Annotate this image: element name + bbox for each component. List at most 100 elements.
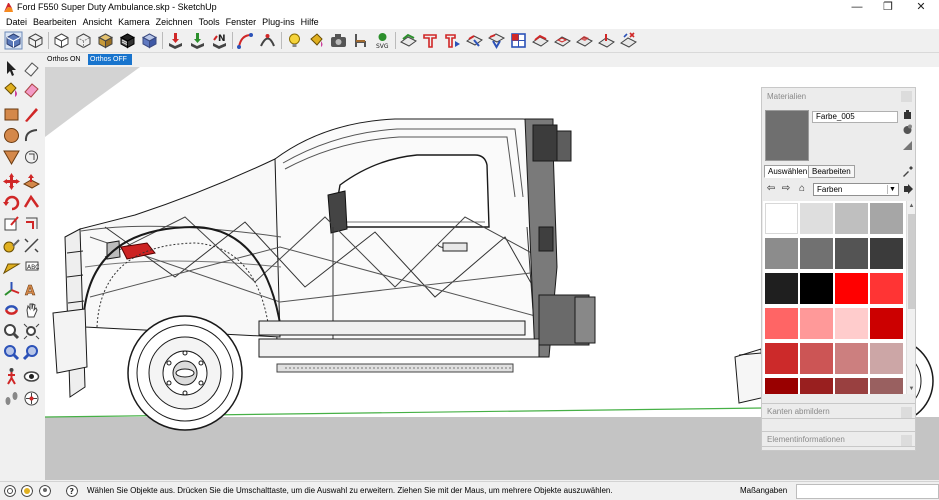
footprint-icon[interactable] [2,389,21,408]
menu-kamera[interactable]: Kamera [115,15,153,29]
help-icon[interactable]: ? [66,485,78,497]
add-detail-icon[interactable] [487,31,506,50]
walk-icon[interactable] [2,367,21,386]
materials-header[interactable]: Materialien [762,88,915,106]
position-camera-icon[interactable] [22,389,41,408]
material-swatch[interactable] [765,308,798,339]
iso-view-icon[interactable] [4,31,23,50]
material-swatch[interactable] [870,378,903,394]
3d-text-icon[interactable]: A [22,280,41,299]
offset-red-icon[interactable] [22,214,41,233]
material-swatch[interactable] [765,343,798,374]
select-icon[interactable] [2,59,21,78]
material-swatch[interactable] [835,343,868,374]
orthos-off-button[interactable]: Orthos OFF [88,54,132,65]
panel-kanten-abmildern[interactable]: Kanten abmildern [761,403,916,419]
followme-icon[interactable] [22,193,41,212]
library-select[interactable]: Farben ▼ [813,183,899,196]
material-swatch[interactable] [800,343,833,374]
orthos-on-button[interactable]: Orthos ON [45,54,86,65]
fencing-icon[interactable] [597,31,616,50]
import-icon[interactable] [188,31,207,50]
circle-icon[interactable] [2,126,21,145]
panel-elementinformationen[interactable]: Elementinformationen [761,431,916,447]
menu-zeichnen[interactable]: Zeichnen [153,15,196,29]
material-swatch[interactable] [870,203,903,234]
shaded-texture-icon[interactable] [118,31,137,50]
contours-icon[interactable] [553,31,572,50]
material-swatch[interactable] [870,343,903,374]
panel-close-button[interactable] [901,435,912,446]
from-scratch-icon[interactable] [575,31,594,50]
move-icon[interactable] [2,172,21,191]
hidden-line-icon[interactable] [52,31,71,50]
text-tool-icon[interactable]: ABC [22,258,41,277]
offset-icon[interactable] [22,147,41,166]
home-icon[interactable]: ⌂ [796,183,808,195]
material-swatch[interactable] [800,273,833,304]
zoom-extents-icon[interactable] [2,343,21,362]
zoom-window-icon[interactable] [22,322,41,341]
pan-icon[interactable] [22,301,41,320]
scroll-down-icon[interactable]: ▼ [907,384,916,394]
smoove-icon[interactable] [443,31,462,50]
menu-ansicht[interactable]: Ansicht [80,15,116,29]
eraser-icon[interactable] [22,59,41,78]
details-arrow-icon[interactable] [902,183,914,195]
material-swatch[interactable] [835,203,868,234]
material-swatch[interactable] [835,308,868,339]
material-swatch[interactable] [765,378,798,394]
pushpull-red-icon[interactable] [22,172,41,191]
material-swatch[interactable] [765,273,798,304]
default-material-icon[interactable] [902,124,913,135]
scale-icon[interactable] [2,214,21,233]
materials-close-button[interactable] [901,91,912,102]
material-swatch[interactable] [800,203,833,234]
material-swatch[interactable] [800,308,833,339]
current-material-swatch[interactable] [765,110,809,161]
curve-icon[interactable] [236,31,255,50]
stamp-icon[interactable] [399,31,418,50]
close-button[interactable]: ✕ [906,0,936,15]
rectangle-icon[interactable] [2,105,21,124]
menu-fenster[interactable]: Fenster [223,15,260,29]
shaded-icon[interactable] [96,31,115,50]
terrain-icon[interactable] [531,31,550,50]
back-arrow-icon[interactable]: ⇦ [765,183,777,195]
material-swatch[interactable] [835,238,868,269]
menu-plugins[interactable]: Plug-ins [259,15,298,29]
material-swatch[interactable] [835,378,868,394]
material-swatch[interactable] [835,273,868,304]
line-pencil-icon[interactable] [22,105,41,124]
user-icon[interactable] [39,485,51,497]
drape-icon[interactable] [421,31,440,50]
tab-auswaehlen[interactable]: Auswählen [764,165,812,178]
material-swatch[interactable] [870,308,903,339]
minimize-button[interactable]: — [842,0,872,15]
menu-hilfe[interactable]: Hilfe [298,15,322,29]
eraser-pink-icon[interactable] [22,80,41,99]
n-sandbox-icon[interactable]: N [210,31,229,50]
paint-bucket-icon[interactable] [307,31,326,50]
dimension-icon[interactable] [22,236,41,255]
material-swatch[interactable] [765,203,798,234]
svg-export-icon[interactable]: SVG [373,31,392,50]
arc-icon[interactable] [258,31,277,50]
protractor-icon[interactable] [2,258,21,277]
look-around-icon[interactable] [22,367,41,386]
tile-icon[interactable] [619,31,638,50]
flip-icon[interactable] [465,31,484,50]
bulb-icon[interactable] [285,31,304,50]
material-name-field[interactable]: Farbe_005 [812,111,898,123]
panel-close-button[interactable] [901,407,912,418]
arc-tool-icon[interactable] [22,126,41,145]
rotate-icon[interactable] [2,193,21,212]
scroll-up-icon[interactable]: ▲ [907,201,916,211]
geo-location-icon[interactable] [4,485,16,497]
wireframe-icon[interactable] [26,31,45,50]
export-icon[interactable] [166,31,185,50]
zoom-icon[interactable] [2,322,21,341]
menu-datei[interactable]: Datei [3,15,30,29]
tab-bearbeiten[interactable]: Bearbeiten [808,165,855,178]
sample-paint-icon[interactable] [902,140,913,151]
